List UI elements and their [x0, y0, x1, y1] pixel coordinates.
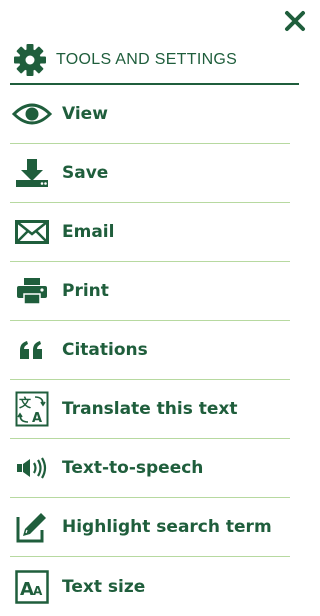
menu-item-email[interactable]: Email: [10, 203, 290, 262]
menu-item-text-to-speech[interactable]: Text-to-speech: [10, 439, 290, 498]
eye-icon: [10, 94, 54, 134]
quote-icon: [10, 330, 54, 370]
envelope-icon: [10, 212, 54, 252]
menu-item-print[interactable]: Print: [10, 262, 290, 321]
menu-item-label: Highlight search term: [62, 517, 272, 537]
speaker-icon: [10, 448, 54, 488]
menu-item-label: Citations: [62, 340, 148, 360]
menu-item-label: Save: [62, 163, 109, 183]
tools-header: TOOLS AND SETTINGS: [10, 37, 299, 85]
tools-menu: View Save Email Print Citations 文 A Tran…: [10, 85, 290, 616]
close-icon: [285, 11, 305, 31]
menu-item-save[interactable]: Save: [10, 144, 290, 203]
download-icon: [10, 153, 54, 193]
gear-icon: [14, 44, 46, 76]
svg-text:A: A: [32, 411, 42, 426]
menu-item-text-size[interactable]: A A Text size: [10, 557, 290, 616]
menu-item-label: Text size: [62, 576, 146, 597]
menu-item-citations[interactable]: Citations: [10, 321, 290, 380]
menu-item-label: Translate this text: [62, 399, 238, 419]
menu-item-label: View: [62, 104, 108, 124]
menu-item-highlight[interactable]: Highlight search term: [10, 498, 290, 557]
header-title: TOOLS AND SETTINGS: [56, 51, 238, 68]
menu-item-translate[interactable]: 文 A Translate this text: [10, 380, 290, 439]
svg-text:A: A: [20, 579, 34, 600]
svg-text:文: 文: [19, 395, 32, 410]
menu-item-label: Print: [62, 281, 109, 301]
close-button[interactable]: [282, 8, 308, 34]
translate-icon: 文 A: [10, 389, 54, 429]
svg-text:A: A: [33, 584, 43, 598]
pencil-icon: [10, 507, 54, 547]
menu-item-view[interactable]: View: [10, 85, 290, 144]
menu-item-label: Text-to-speech: [62, 458, 204, 478]
printer-icon: [10, 271, 54, 311]
menu-item-label: Email: [62, 222, 115, 242]
text-size-icon: A A: [10, 567, 54, 607]
